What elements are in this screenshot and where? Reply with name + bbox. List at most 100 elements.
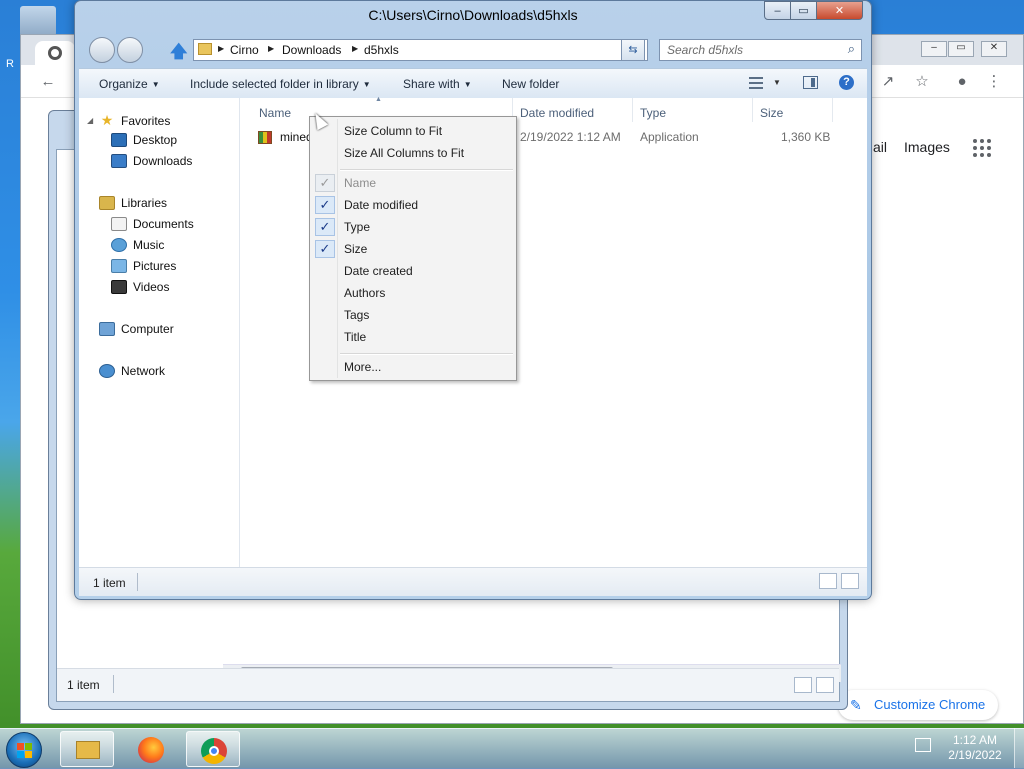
navigation-pane: ◢ ★ Favorites Desktop Downloads Librarie… — [79, 98, 240, 567]
command-bar: Organize ▼ Include selected folder in lib… — [79, 68, 867, 100]
nav-documents[interactable]: Documents — [111, 217, 194, 231]
menu-item-size[interactable]: Size — [344, 242, 367, 256]
crumb-downloads[interactable]: Downloads — [282, 43, 341, 57]
nav-documents-label: Documents — [133, 217, 194, 231]
crumb-d5hxls[interactable]: d5hxls — [364, 43, 399, 57]
nav-libraries-label: Libraries — [121, 196, 168, 210]
minimize-button[interactable]: – — [764, 1, 791, 20]
menu-item-date-created[interactable]: Date created — [344, 264, 413, 278]
nav-pictures[interactable]: Pictures — [111, 259, 176, 273]
file-date: 2/19/2022 1:12 AM — [520, 130, 621, 144]
address-bar[interactable]: ▶ Cirno ▶ Downloads ▶ d5hxls ▼ — [193, 39, 648, 61]
chrome-tab[interactable] — [35, 41, 75, 65]
back-button[interactable] — [89, 37, 115, 63]
show-desktop-button[interactable] — [1014, 728, 1024, 768]
column-date-modified[interactable]: Date modified — [520, 106, 594, 130]
folder-icon — [76, 741, 100, 759]
menu-item-type[interactable]: Type — [344, 220, 370, 234]
profile-icon[interactable]: ● — [951, 71, 973, 93]
nav-computer-label: Computer — [121, 322, 174, 336]
search-input[interactable]: Search d5hxls ⌕ — [659, 39, 862, 61]
large-icons-view-icon[interactable] — [841, 573, 859, 589]
recycle-bin-icon[interactable] — [20, 6, 56, 36]
column-type[interactable]: Type — [640, 106, 666, 130]
taskbar-firefox[interactable] — [124, 731, 178, 767]
start-button[interactable] — [6, 732, 42, 768]
item-count: 1 item — [93, 576, 126, 590]
menu-item-title[interactable]: Title — [344, 330, 366, 344]
crumb-arrow-icon[interactable]: ▶ — [218, 44, 224, 53]
chrome-close-button[interactable]: ✕ — [981, 41, 1007, 57]
forward-button[interactable] — [117, 37, 143, 63]
view-dropdown-icon[interactable]: ▼ — [773, 78, 781, 87]
chrome-minimize-button[interactable]: – — [921, 41, 947, 57]
nav-pictures-label: Pictures — [133, 259, 177, 273]
music-icon — [111, 238, 127, 252]
nav-computer[interactable]: Computer — [87, 322, 174, 336]
nav-music[interactable]: Music — [111, 238, 164, 252]
nav-favorites[interactable]: ◢ ★ Favorites — [87, 112, 170, 129]
menu-size-column-to-fit[interactable]: Size Column to Fit — [344, 124, 442, 138]
share-icon[interactable]: ↗ — [877, 71, 899, 93]
file-name[interactable]: mined — [280, 130, 313, 144]
organize-label: Organize — [99, 77, 148, 91]
chrome-maximize-button[interactable]: ▭ — [948, 41, 974, 57]
nav-network[interactable]: Network — [87, 364, 165, 378]
crumb-arrow-icon[interactable]: ▶ — [352, 44, 358, 53]
checkmark-icon: ✓ — [315, 196, 335, 214]
preview-pane-icon[interactable] — [803, 76, 818, 89]
menu-item-more[interactable]: More... — [344, 360, 381, 374]
expand-arrow-icon[interactable]: ◢ — [87, 116, 99, 125]
background-status-bar: 1 item — [57, 668, 839, 701]
large-icons-view-icon[interactable] — [816, 677, 834, 693]
apps-grid-icon[interactable] — [973, 139, 991, 157]
column-divider[interactable] — [832, 98, 833, 122]
menu-size-all-columns-to-fit[interactable]: Size All Columns to Fit — [344, 146, 464, 160]
images-link[interactable]: Images — [904, 139, 950, 155]
new-folder-button[interactable]: New folder — [502, 77, 559, 91]
taskbar-explorer[interactable] — [60, 731, 114, 767]
include-label: Include selected folder in library — [190, 77, 359, 91]
downloads-icon — [111, 154, 127, 168]
checkmark-icon: ✓ — [315, 240, 335, 258]
refresh-button[interactable]: ⇆ — [621, 39, 645, 61]
sort-indicator-icon: ▲ — [375, 96, 382, 103]
gmail-link[interactable]: ail — [873, 139, 887, 155]
include-in-library-button[interactable]: Include selected folder in library ▼ — [190, 77, 371, 91]
details-view-icon[interactable] — [794, 677, 812, 693]
nav-desktop[interactable]: Desktop — [111, 133, 177, 147]
crumb-cirno[interactable]: Cirno — [230, 43, 259, 57]
column-size[interactable]: Size — [760, 106, 783, 130]
column-divider[interactable] — [752, 98, 753, 122]
share-with-button[interactable]: Share with ▼ — [403, 77, 472, 91]
column-divider[interactable] — [632, 98, 633, 122]
network-tray-icon[interactable] — [915, 738, 931, 752]
menu-item-authors[interactable]: Authors — [344, 286, 385, 300]
change-view-icon[interactable] — [749, 77, 763, 89]
back-icon[interactable]: ← — [37, 71, 59, 93]
menu-item-name: Name — [344, 176, 377, 190]
share-label: Share with — [403, 77, 460, 91]
column-name[interactable]: Name — [259, 106, 291, 130]
menu-item-date-modified[interactable]: Date modified — [344, 198, 418, 212]
bookmark-star-icon[interactable]: ☆ — [911, 71, 933, 93]
maximize-button[interactable]: ▭ — [791, 1, 817, 20]
system-clock[interactable]: 1:12 AM 2/19/2022 — [940, 733, 1010, 763]
nav-libraries[interactable]: Libraries — [87, 196, 167, 210]
network-icon — [99, 364, 115, 378]
details-view-icon[interactable] — [819, 573, 837, 589]
organize-button[interactable]: Organize ▼ — [99, 77, 160, 91]
close-button[interactable]: ✕ — [817, 1, 863, 20]
desktop-label-fragment: R — [6, 58, 14, 70]
menu-kebab-icon[interactable]: ⋮ — [983, 71, 1005, 93]
search-icon[interactable]: ⌕ — [848, 41, 855, 57]
taskbar — [0, 728, 1024, 769]
crumb-arrow-icon[interactable]: ▶ — [268, 44, 274, 53]
customize-chrome-button[interactable]: ✎ Customize Chrome — [838, 690, 998, 720]
taskbar-chrome[interactable] — [186, 731, 240, 767]
menu-item-tags[interactable]: Tags — [344, 308, 369, 322]
nav-videos[interactable]: Videos — [111, 280, 169, 294]
help-icon[interactable]: ? — [839, 75, 854, 90]
up-arrow-icon[interactable]: 🡅 — [170, 39, 187, 68]
nav-downloads[interactable]: Downloads — [111, 154, 192, 168]
